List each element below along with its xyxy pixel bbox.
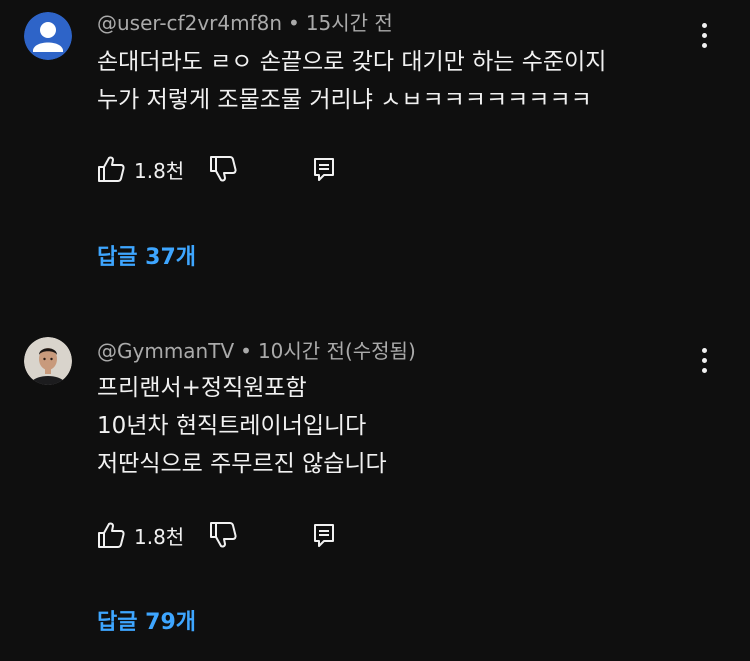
- comment-thread: @GymmanTV • 10시간 전(수정됨) 프리랜서+정직원포함 10년차 현직…: [0, 320, 750, 661]
- comment-line: 프리랜서+정직원포함: [97, 375, 307, 401]
- like-button[interactable]: 1.8천: [96, 519, 184, 551]
- default-avatar-icon: [24, 12, 72, 60]
- like-button[interactable]: 1.8천: [96, 153, 184, 185]
- comment-meta: @user-cf2vr4mf8n • 15시간 전: [97, 10, 393, 36]
- avatar[interactable]: [24, 12, 72, 60]
- comment-author[interactable]: @user-cf2vr4mf8n: [97, 11, 282, 35]
- comment-reply-icon: [314, 524, 334, 547]
- like-count: 1.8천: [134, 524, 185, 549]
- dislike-button[interactable]: [208, 153, 238, 185]
- comment-author[interactable]: @GymmanTV: [97, 339, 234, 363]
- meta-separator: •: [288, 11, 300, 35]
- comment-time[interactable]: 10시간 전(수정됨): [258, 339, 416, 363]
- comment-meta: @GymmanTV • 10시간 전(수정됨): [97, 338, 416, 364]
- comment-thread: @user-cf2vr4mf8n • 15시간 전 손대더라도 ㄹㅇ 손끝으로 갖다…: [0, 0, 750, 300]
- view-replies-link[interactable]: 답글 37개: [97, 239, 196, 271]
- comment-actions: 1.8천: [96, 153, 356, 185]
- meta-separator: •: [240, 339, 252, 363]
- comment-line: 누가 저렇게 조물조물 거리냐 ㅅㅂㅋㅋㅋㅋㅋㅋㅋㅋ: [97, 87, 592, 113]
- thumbs-down-icon: [210, 522, 237, 548]
- comment-text: 프리랜서+정직원포함 10년차 현직트레이너입니다 저딴식으로 주무르진 않습니…: [97, 369, 697, 483]
- user-photo-icon: [24, 337, 72, 385]
- comment-line: 10년차 현직트레이너입니다: [97, 413, 367, 439]
- thumbs-up-icon: [98, 522, 125, 548]
- view-replies-link[interactable]: 답글 79개: [97, 604, 196, 636]
- comment-reply-icon: [314, 158, 334, 181]
- comment-actions: 1.8천: [96, 519, 356, 551]
- comment-text: 손대더라도 ㄹㅇ 손끝으로 갖다 대기만 하는 수준이지 누가 저렇게 조물조물…: [97, 43, 697, 119]
- thumbs-up-icon: [98, 156, 125, 182]
- dislike-button[interactable]: [208, 519, 238, 551]
- more-vert-icon: [701, 22, 707, 28]
- reply-button[interactable]: [312, 153, 336, 185]
- thumbs-down-icon: [210, 156, 237, 182]
- comment-time[interactable]: 15시간 전: [306, 11, 393, 35]
- avatar[interactable]: [24, 337, 72, 385]
- comment-line: 손대더라도 ㄹㅇ 손끝으로 갖다 대기만 하는 수준이지: [97, 49, 607, 75]
- reply-button[interactable]: [312, 519, 336, 551]
- more-vert-icon: [701, 347, 707, 353]
- like-count: 1.8천: [134, 158, 185, 183]
- comment-line: 저딴식으로 주무르진 않습니다: [97, 451, 387, 477]
